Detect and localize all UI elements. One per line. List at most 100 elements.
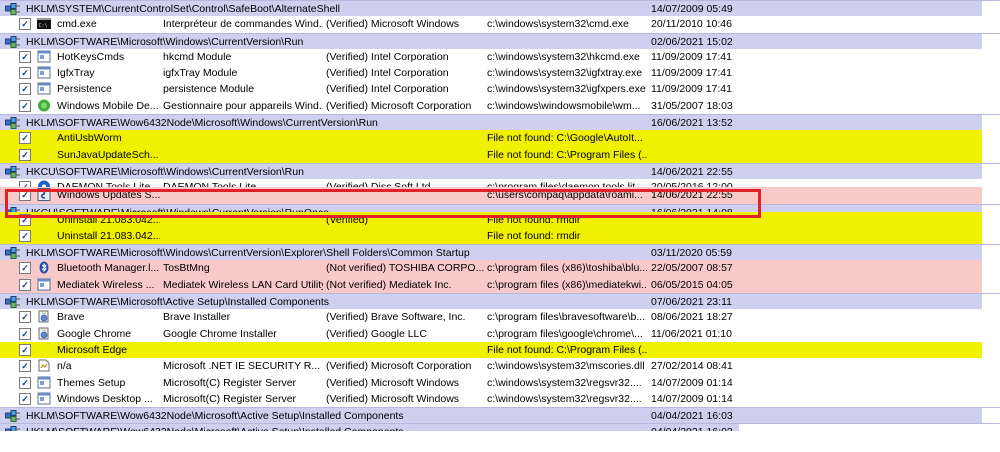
enabled-checkbox[interactable]: ✓: [19, 99, 31, 112]
entry-row[interactable]: ✓ DAEMON Tools Lite DAEMON Tools Lite (Veri…: [0, 179, 1000, 188]
entry-name: Uninstall 21.083.042...: [57, 229, 160, 242]
entry-image-path: c:\windows\system32\igfxtray.exe: [487, 67, 643, 80]
row-color-stripe: [739, 130, 1000, 147]
entry-row[interactable]: ✓ Themes Setup Microsoft(C) Register Serve…: [0, 374, 1000, 391]
enabled-checkbox[interactable]: ✓: [19, 18, 31, 31]
entry-image-path: File not found: rmdir: [487, 229, 581, 242]
enabled-checkbox[interactable]: ✓: [19, 392, 31, 405]
entry-row[interactable]: ✓ Uninstall 21.083.042... File not found: …: [0, 227, 1000, 245]
windows-updates-icon: [37, 188, 51, 202]
entry-row[interactable]: ✓ IgfxTray igfxTray Module (Verified) Intel…: [0, 65, 1000, 82]
enabled-checkbox[interactable]: ✓: [19, 327, 31, 340]
location-path: HKLM\SOFTWARE\Wow6432Node\Microsoft\Acti…: [26, 410, 404, 423]
enabled-checkbox[interactable]: ✓: [19, 229, 31, 242]
entry-name: Google Chrome: [57, 327, 132, 340]
entry-row[interactable]: ✓ Mediatek Wireless ... Mediatek Wireless …: [0, 276, 1000, 294]
entry-image-path: c:\program files\google\chrome\...: [487, 327, 643, 340]
enabled-checkbox[interactable]: ✓: [19, 148, 31, 161]
row-color-stripe: [739, 358, 1000, 375]
registry-icon: [5, 296, 21, 309]
location-path: HKLM\SOFTWARE\Microsoft\Windows\CurrentV…: [26, 247, 470, 260]
location-row[interactable]: HKLM\SOFTWARE\Wow6432Node\Microsoft\Acti…: [0, 407, 1000, 424]
entry-timestamp: 11/09/2009 17:41: [651, 50, 732, 63]
entry-timestamp: 11/09/2009 17:41: [651, 67, 732, 80]
enabled-checkbox[interactable]: ✓: [19, 67, 31, 80]
entry-row[interactable]: ✓ Windows Mobile De... Gestionnaire pour a…: [0, 97, 1000, 115]
entry-row[interactable]: ✓ Uninstall 21.083.042... (Verified) File n…: [0, 211, 1000, 229]
enabled-checkbox[interactable]: ✓: [19, 311, 31, 324]
registry-icon: [5, 35, 21, 48]
entry-row[interactable]: ✓ Bluetooth Manager.l... TosBtMng (Not veri…: [0, 260, 1000, 278]
entry-timestamp: 08/06/2021 18:27: [651, 311, 733, 324]
location-row[interactable]: HKLM\SOFTWARE\Microsoft\Windows\CurrentV…: [0, 244, 1000, 261]
entry-image-path: File not found: C:\Program Files (...: [487, 343, 647, 356]
enabled-checkbox[interactable]: ✓: [19, 278, 31, 291]
entry-row[interactable]: ✓ HotKeysCmds hkcmd Module (Verified) Intel…: [0, 48, 1000, 66]
entry-row[interactable]: ✓ Brave Brave Installer (Verified) Brave So…: [0, 309, 1000, 326]
installer-icon: [37, 310, 51, 323]
entry-image-path: File not found: C:\Google\AutoIt...: [487, 132, 643, 145]
entry-row[interactable]: ✓ Google Chrome Google Chrome Installer (Ve…: [0, 325, 1000, 342]
enabled-checkbox[interactable]: ✓: [19, 50, 31, 63]
entry-image-path: c:\windows\system32\regsvr32....: [487, 376, 642, 389]
row-color-stripe: [739, 33, 1000, 50]
enabled-checkbox[interactable]: ✓: [19, 376, 31, 389]
enabled-checkbox[interactable]: ✓: [19, 132, 31, 145]
bluetooth-icon: [37, 261, 51, 274]
entry-timestamp: 20/11/2010 10:46: [651, 18, 732, 31]
row-color-stripe: [739, 276, 1000, 294]
location-path: HKLM\SOFTWARE\Wow6432Node\Microsoft\Acti…: [26, 425, 646, 431]
location-row[interactable]: HKLM\SOFTWARE\Microsoft\Active Setup\Ins…: [0, 293, 1000, 310]
registry-icon: [5, 426, 21, 432]
entry-name: SunJavaUpdateSch...: [57, 148, 159, 161]
enabled-checkbox[interactable]: ✓: [19, 213, 31, 226]
row-color-stripe: [739, 211, 1000, 229]
entry-row[interactable]: ✓ Windows Updates S... c:\users\compaq\app…: [0, 187, 1000, 204]
entry-image-path: c:\program files (x86)\mediatekwi...: [487, 278, 647, 291]
location-row[interactable]: HKLM\SOFTWARE\Wow6432Node\Microsoft\Acti…: [0, 423, 1000, 432]
entry-description: TosBtMng: [163, 262, 210, 275]
location-row[interactable]: HKLM\SOFTWARE\Wow6432Node\Microsoft\Wind…: [0, 114, 1000, 131]
entry-row[interactable]: ✓ AntiUsbWorm File not found: C:\Google\Au…: [0, 130, 1000, 147]
row-color-stripe: [739, 204, 1000, 212]
registry-icon: [5, 3, 21, 15]
entry-description: hkcmd Module: [163, 50, 232, 63]
entry-row[interactable]: ✓ n/a Microsoft .NET IE SECURITY R... (Veri…: [0, 358, 1000, 375]
enabled-checkbox[interactable]: ✓: [19, 262, 31, 275]
entry-name: Themes Setup: [57, 376, 126, 389]
location-timestamp: 07/06/2021 23:11: [651, 296, 732, 309]
entry-description: DAEMON Tools Lite: [163, 181, 257, 188]
location-row[interactable]: HKLM\SYSTEM\CurrentControlSet\Control\Sa…: [0, 0, 1000, 17]
entry-image-path: c:\windows\system32\hkcmd.exe: [487, 50, 640, 63]
entry-row[interactable]: ✓ Persistence persistence Module (Verified)…: [0, 81, 1000, 98]
entry-row[interactable]: ✓ Microsoft Edge File not found: C:\Progra…: [0, 341, 1000, 359]
entry-timestamp: 06/05/2015 04:05: [651, 278, 733, 291]
entry-image-path: File not found: rmdir: [487, 213, 581, 226]
entry-row[interactable]: ✓ C:\ cmd.exe Interpréteur de commandes Win…: [0, 16, 1000, 33]
entry-row[interactable]: ✓ Windows Desktop ... Microsoft(C) Registe…: [0, 390, 1000, 408]
row-color-stripe: [739, 294, 1000, 310]
entry-name: Windows Updates S...: [57, 189, 160, 202]
entry-description: Interpréteur de commandes Wind...: [163, 18, 323, 31]
location-row[interactable]: HKCU\SOFTWARE\Microsoft\Windows\CurrentV…: [0, 203, 1000, 212]
entry-image-path: c:\windows\system32\igfxpers.exe: [487, 83, 646, 96]
location-row[interactable]: HKLM\SOFTWARE\Microsoft\Windows\CurrentV…: [0, 32, 1000, 50]
entry-row[interactable]: ✓ SunJavaUpdateSch... File not found: C:\P…: [0, 146, 1000, 164]
location-timestamp: 14/07/2009 05:49: [651, 3, 733, 15]
enabled-checkbox[interactable]: ✓: [19, 189, 31, 202]
entry-description: Microsoft(C) Register Server: [163, 392, 297, 405]
entry-image-path: c:\program files\bravesoftware\b...: [487, 311, 646, 324]
row-color-stripe: [739, 390, 1000, 408]
entry-name: Microsoft Edge: [57, 343, 128, 356]
entry-timestamp: 11/09/2009 17:41: [651, 83, 732, 96]
entry-name: Bluetooth Manager.l...: [57, 262, 160, 275]
enabled-checkbox[interactable]: ✓: [19, 343, 31, 356]
registry-icon: [5, 165, 21, 178]
location-row[interactable]: HKCU\SOFTWARE\Microsoft\Windows\CurrentV…: [0, 162, 1000, 180]
enabled-checkbox[interactable]: ✓: [19, 360, 31, 373]
enabled-checkbox[interactable]: ✓: [19, 83, 31, 96]
row-color-stripe: [739, 65, 1000, 82]
registry-icon: [5, 410, 21, 423]
location-timestamp: 04/04/2021 16:03: [651, 425, 739, 431]
blank-icon: [37, 213, 51, 226]
